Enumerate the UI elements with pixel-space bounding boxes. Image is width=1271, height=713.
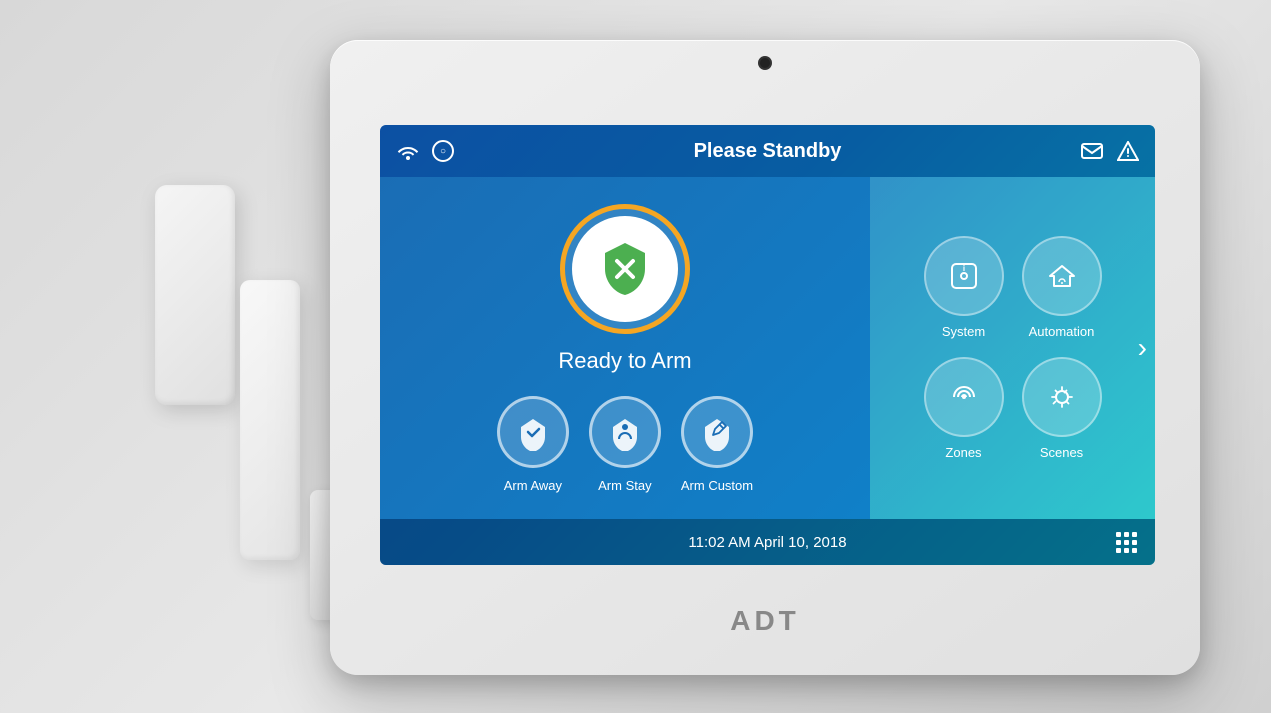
zones-icon-circle: [924, 357, 1004, 437]
connected-icon: ○: [432, 140, 454, 162]
zones-menu-item[interactable]: Zones: [924, 357, 1004, 460]
adt-panel: ○ Please Standby: [330, 40, 1200, 675]
right-panel: i System: [870, 177, 1155, 519]
system-icon: i: [946, 258, 982, 294]
system-icon-circle: i: [924, 236, 1004, 316]
arm-custom-icon: [698, 413, 736, 451]
system-menu-item[interactable]: i System: [924, 236, 1004, 339]
automation-icon-circle: [1022, 236, 1102, 316]
zones-icon: [946, 379, 982, 415]
arm-custom-circle: [681, 396, 753, 468]
door-sensor-medium: [240, 280, 300, 560]
scenes-label: Scenes: [1040, 445, 1083, 460]
arm-stay-button[interactable]: Arm Stay: [589, 396, 661, 493]
automation-label: Automation: [1029, 324, 1095, 339]
arm-custom-label: Arm Custom: [681, 478, 753, 493]
header-title: Please Standby: [454, 140, 1081, 163]
zones-label: Zones: [945, 445, 981, 460]
chevron-right-icon[interactable]: ›: [1138, 332, 1147, 364]
screen-footer: 11:02 AM April 10, 2018: [380, 519, 1155, 565]
adt-logo: ADT: [730, 605, 800, 637]
door-sensor-large: [155, 185, 235, 405]
left-panel: Ready to Arm Arm Away: [380, 177, 870, 519]
panel-screen: ○ Please Standby: [380, 125, 1155, 565]
system-label: System: [942, 324, 985, 339]
automation-menu-item[interactable]: Automation: [1022, 236, 1102, 339]
scenes-icon-circle: [1022, 357, 1102, 437]
arm-stay-label: Arm Stay: [598, 478, 651, 493]
svg-text:i: i: [962, 264, 964, 273]
screen-header: ○ Please Standby: [380, 125, 1155, 177]
footer-datetime: 11:02 AM April 10, 2018: [688, 534, 846, 551]
arm-away-label: Arm Away: [504, 478, 562, 493]
menu-grid: i System: [914, 226, 1112, 470]
arm-away-icon: [514, 413, 552, 451]
wifi-icon: [396, 142, 420, 160]
arm-buttons-group: Arm Away: [497, 396, 753, 493]
arm-stay-circle: [589, 396, 661, 468]
camera: [760, 58, 770, 68]
apps-grid-icon[interactable]: [1116, 532, 1137, 553]
alert-icon: [1117, 141, 1139, 161]
scenes-menu-item[interactable]: Scenes: [1022, 357, 1102, 460]
automation-icon: [1044, 258, 1080, 294]
arm-custom-button[interactable]: Arm Custom: [681, 396, 753, 493]
arm-away-circle: [497, 396, 569, 468]
header-right-icons: [1081, 141, 1139, 161]
scenes-icon: [1044, 379, 1080, 415]
header-left-icons: ○: [396, 140, 454, 162]
shield-status[interactable]: [560, 204, 690, 334]
screen-main: Ready to Arm Arm Away: [380, 177, 1155, 519]
mail-icon: [1081, 143, 1103, 159]
arm-stay-icon: [606, 413, 644, 451]
scene: ○ Please Standby: [0, 0, 1271, 713]
shield-icon: [591, 235, 659, 303]
shield-inner: [572, 216, 678, 322]
arm-away-button[interactable]: Arm Away: [497, 396, 569, 493]
status-text: Ready to Arm: [558, 348, 691, 374]
